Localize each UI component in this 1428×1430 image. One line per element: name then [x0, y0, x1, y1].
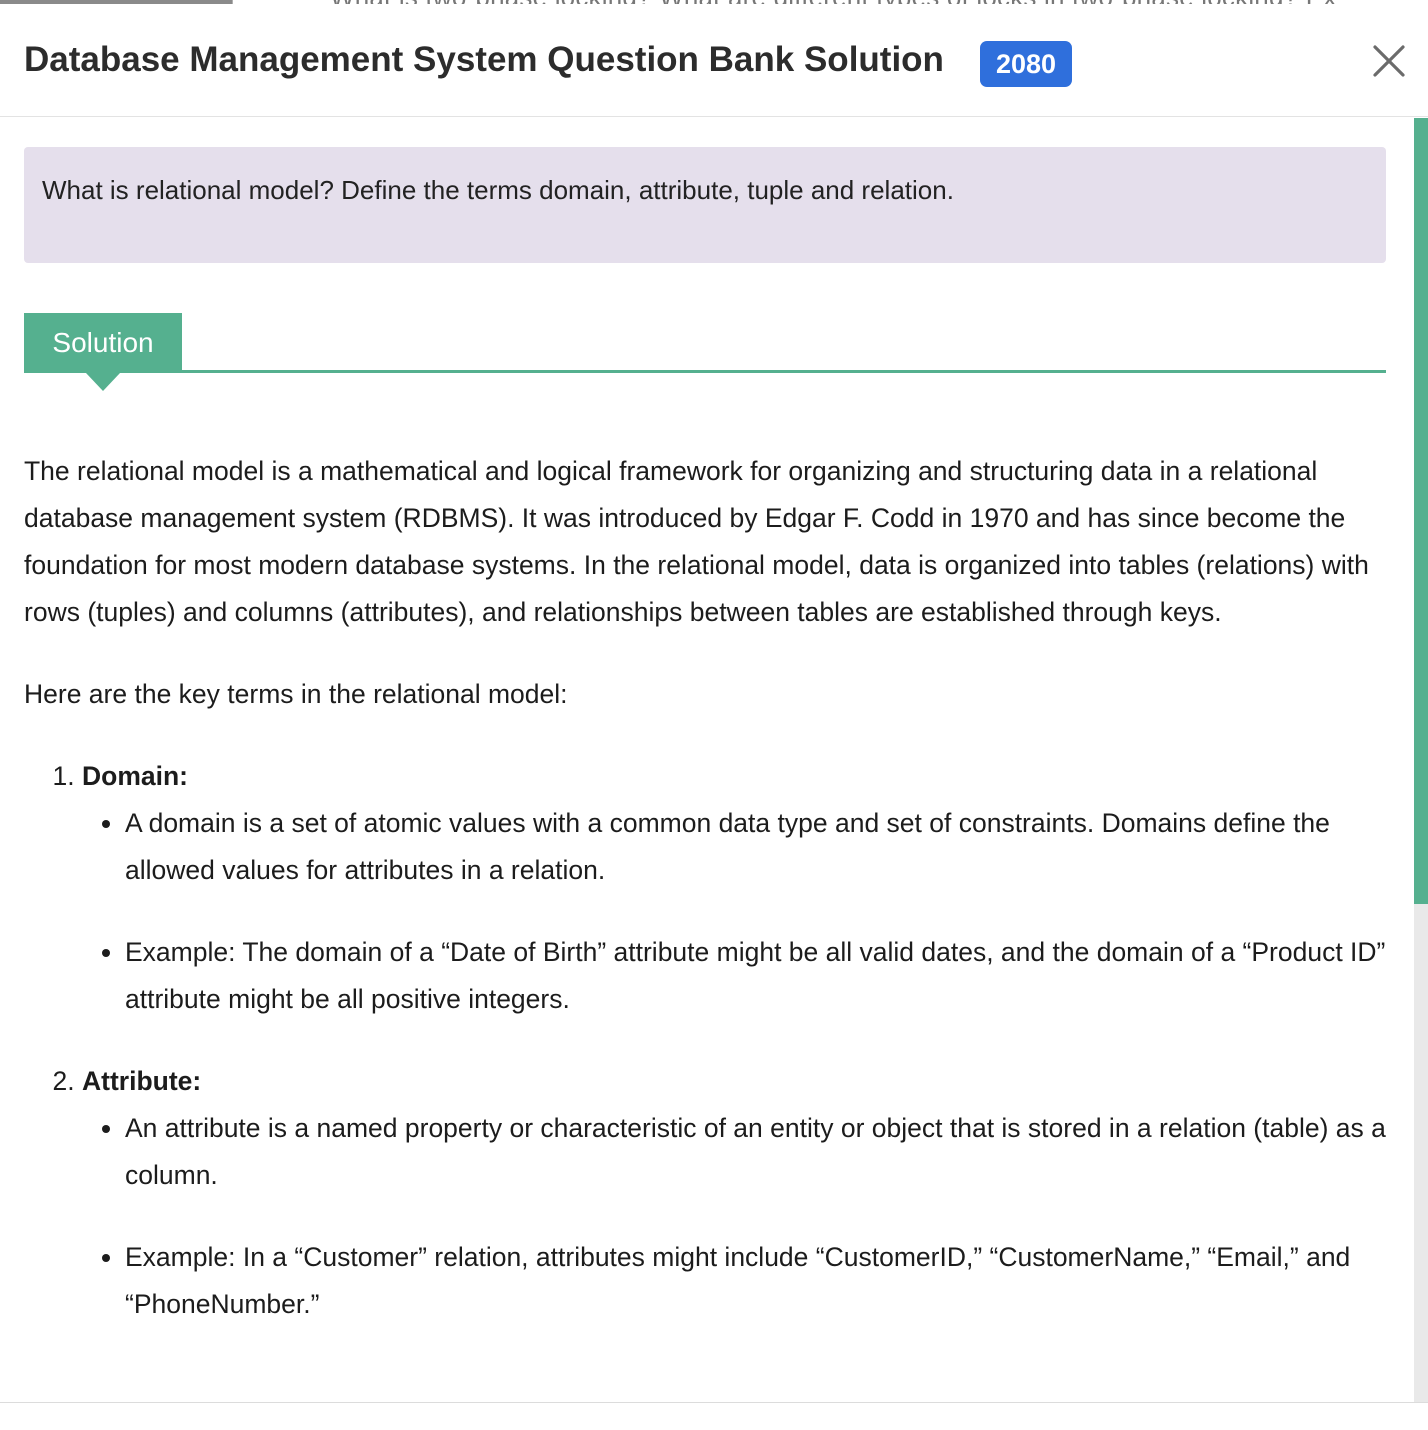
solution-modal: Database Management System Question Bank… [0, 4, 1428, 1402]
list-item: A domain is a set of atomic values with … [125, 800, 1386, 894]
close-icon [1373, 45, 1405, 77]
close-button[interactable] [1368, 40, 1410, 82]
year-badge: 2080 [980, 41, 1073, 87]
term-points: An attribute is a named property or char… [82, 1105, 1386, 1328]
solution-tab: Solution [24, 313, 182, 373]
list-item: Example: In a “Customer” relation, attri… [125, 1234, 1386, 1328]
page: What is two-phase locking? What are diff… [0, 0, 1428, 1430]
scrollbar-thumb[interactable] [1414, 118, 1428, 904]
question-text: What is relational model? Define the ter… [42, 175, 954, 205]
term-name: Attribute: [82, 1066, 202, 1096]
list-item: Example: The domain of a “Date of Birth”… [125, 929, 1386, 1023]
modal-header: Database Management System Question Bank… [0, 4, 1428, 117]
list-item: An attribute is a named property or char… [125, 1105, 1386, 1199]
term-item-attribute: Attribute: An attribute is a named prope… [82, 1058, 1386, 1328]
answer-body: The relational model is a mathematical a… [24, 448, 1386, 1363]
question-box: What is relational model? Define the ter… [24, 147, 1386, 263]
answer-intro: The relational model is a mathematical a… [24, 456, 1369, 627]
modal-title: Database Management System Question Bank… [24, 40, 944, 79]
solution-tab-pointer [86, 373, 120, 391]
term-name: Domain: [82, 761, 188, 791]
terms-list: Domain: A domain is a set of atomic valu… [24, 753, 1386, 1328]
term-item-domain: Domain: A domain is a set of atomic valu… [82, 753, 1386, 1023]
modal-footer-edge [0, 1402, 1428, 1430]
solution-divider [182, 370, 1386, 373]
term-points: A domain is a set of atomic values with … [82, 800, 1386, 1023]
answer-lead: Here are the key terms in the relational… [24, 679, 568, 709]
